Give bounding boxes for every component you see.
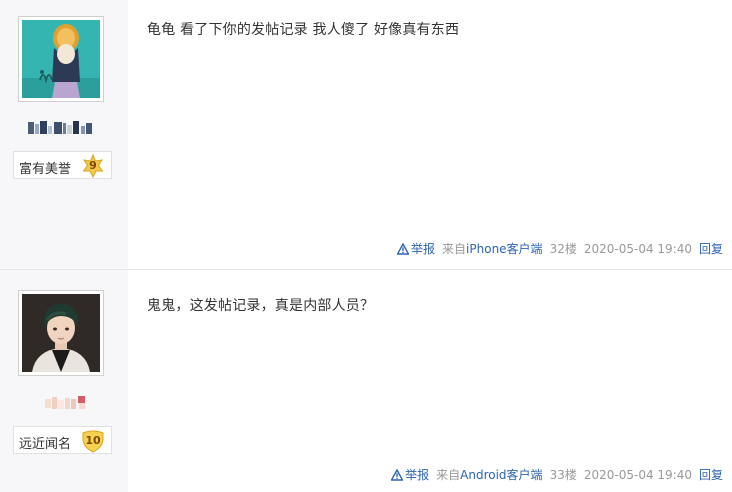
floor-number: 33楼 [549,468,577,482]
post-floor-33: 远近闻名 10 鬼鬼，这发帖记录，真是内部人员？ 举报 来自Android客户端 3… [0,270,732,492]
client-prefix: 来自 [442,242,467,256]
honor-badge[interactable]: 远近闻名 10 [13,426,112,454]
pixelated-username-image [45,396,85,409]
post-tail: 举报 来自Android客户端 33楼 2020-05-04 19:40 回复 [390,466,723,483]
avatar-image [22,294,100,372]
post-tail: 举报 来自iPhone客户端 32楼 2020-05-04 19:40 回复 [396,240,723,257]
post-floor-32: 富有美誉 9 龟龟 看了下你的发帖记录 我人傻了 好像真有东西 举报 来自iPho… [0,0,732,270]
client-link[interactable]: iPhone客户端 [466,242,543,256]
author-sidebar: 富有美誉 9 [0,0,128,269]
avatar[interactable] [18,290,104,376]
username-pixelated[interactable] [44,393,90,413]
report-link[interactable]: 举报 [390,468,430,482]
client-link[interactable]: Android客户端 [460,468,542,482]
level-number: 9 [89,159,97,172]
post-time: 2020-05-04 19:40 [583,242,692,256]
report-link[interactable]: 举报 [396,242,436,256]
warning-icon [390,468,404,481]
floor-number: 32楼 [549,242,577,256]
client-source: 来自iPhone客户端 [442,242,543,256]
warning-icon [396,242,410,255]
client-prefix: 来自 [436,468,461,482]
report-label: 举报 [411,242,436,256]
username-pixelated[interactable] [26,118,98,138]
post-content: 龟龟 看了下你的发帖记录 我人傻了 好像真有东西 [147,22,460,38]
pixelated-username-image [28,121,92,134]
honor-title: 远近闻名 [19,437,72,452]
report-label: 举报 [405,468,430,482]
level-badge: 10 [81,429,105,453]
reply-link[interactable]: 回复 [699,468,723,482]
post-time: 2020-05-04 19:40 [583,468,692,482]
client-source: 来自Android客户端 [436,468,542,482]
honor-title: 富有美誉 [19,162,72,177]
avatar-image [22,20,100,98]
post-content: 鬼鬼，这发帖记录，真是内部人员？ [147,298,375,314]
reply-link[interactable]: 回复 [699,242,723,256]
level-badge: 9 [81,154,105,178]
honor-badge[interactable]: 富有美誉 9 [13,151,112,179]
author-sidebar: 远近闻名 10 [0,270,128,492]
level-number: 10 [85,434,101,447]
avatar[interactable] [18,16,104,102]
